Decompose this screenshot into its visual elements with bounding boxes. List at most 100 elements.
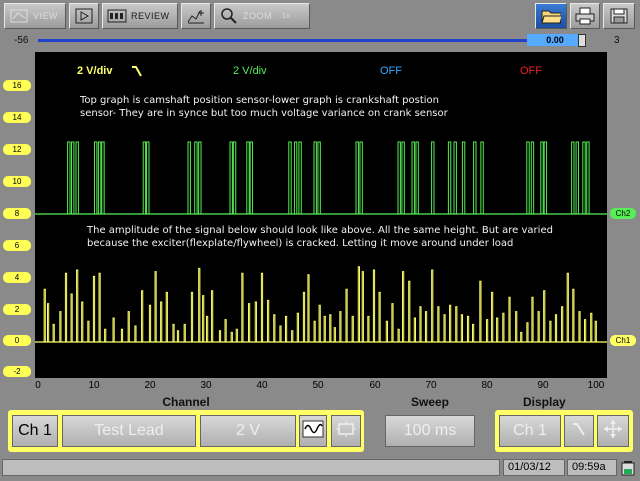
y-tick: 16 — [3, 80, 31, 91]
sweep-right-value: 3 — [614, 35, 620, 46]
toolbar: VIEW REVIEW ZOOM 1x — [0, 0, 640, 34]
ch1-pulse — [424, 311, 428, 342]
ch1-pulse — [351, 315, 354, 342]
ch2-pulse — [229, 141, 233, 214]
ch1-pulse — [120, 328, 124, 342]
y-tick: 2 — [3, 304, 31, 315]
status-bar: 01/03/12 09:59a — [0, 456, 640, 480]
ch1-pulse — [112, 317, 115, 342]
ch1-pulse — [260, 272, 264, 342]
ch1-pulse — [211, 290, 214, 342]
save-button[interactable] — [603, 3, 635, 29]
sweep-slider-handle[interactable] — [578, 34, 586, 47]
open-folder-button[interactable] — [535, 3, 567, 29]
ch1-pulse — [515, 311, 518, 342]
ch2-pulse — [198, 141, 202, 214]
ch1-pulse — [402, 271, 405, 342]
ch1-pulse — [248, 303, 251, 342]
ch1-pulse — [572, 288, 575, 342]
y-tick: 6 — [3, 240, 31, 251]
ch1-pulse — [361, 271, 364, 342]
ch1-pulse — [339, 311, 342, 342]
x-tick: 90 — [537, 380, 549, 391]
coupling-button[interactable] — [299, 415, 327, 447]
ch2-pulse — [187, 141, 191, 214]
ch2-pulse — [575, 141, 579, 214]
ch2-pulse — [526, 141, 530, 214]
zoom-button[interactable]: ZOOM 1x — [214, 3, 310, 29]
ch1-level-marker[interactable]: Ch1 — [610, 335, 636, 346]
view-icon — [9, 7, 29, 25]
review-button[interactable]: REVIEW — [102, 3, 178, 29]
ch1-pulse — [279, 325, 282, 342]
ch1-pulse — [87, 320, 90, 342]
ch1-pulse — [127, 311, 130, 342]
ch1-pulse — [160, 301, 163, 342]
channel-options-button[interactable] — [331, 415, 361, 447]
ch1-pulse — [76, 269, 79, 342]
ch1-pulse — [81, 301, 84, 342]
ch1-pulse — [391, 303, 394, 342]
ch1-pulse — [408, 280, 411, 342]
y-tick: 14 — [3, 112, 31, 123]
sweep-track[interactable] — [38, 39, 583, 42]
ch2-pulse — [411, 141, 415, 214]
ch2-pulse — [97, 141, 102, 214]
view-button[interactable]: VIEW — [4, 3, 66, 29]
ch1-pulse — [52, 323, 55, 342]
play-button[interactable] — [69, 3, 99, 29]
x-tick: 40 — [256, 380, 268, 391]
ch2-level-marker[interactable]: Ch2 — [610, 208, 636, 219]
ch1-pulse — [472, 323, 475, 342]
trace-settings-button[interactable] — [181, 3, 211, 29]
channel-select-button[interactable]: Ch 1 — [12, 415, 58, 447]
x-tick: 10 — [88, 380, 100, 391]
trigger-channel-button[interactable]: Ch 1 — [499, 415, 561, 447]
ch1-pulse — [318, 304, 321, 342]
ch1-pulse — [202, 295, 205, 342]
ch1-pulse — [455, 306, 458, 342]
volts-per-div-button[interactable]: 2 V — [200, 415, 296, 447]
status-date: 01/03/12 — [503, 459, 565, 476]
trigger-slope-button[interactable] — [564, 415, 594, 447]
ch1-pulse — [172, 323, 175, 342]
ch1-pulse — [437, 306, 440, 342]
ch1-pulse — [378, 291, 381, 342]
folder-icon — [541, 7, 561, 25]
zoom-level: 1x — [282, 12, 291, 20]
ch1-pulse — [549, 320, 552, 342]
ch2-pulse — [246, 141, 250, 214]
ch1-pulse — [491, 291, 494, 342]
ch1-pulse — [267, 299, 270, 342]
scope-display[interactable]: 2 V/div 2 V/div OFF OFF Top graph is cam… — [35, 52, 607, 378]
status-time: 09:59a — [567, 459, 617, 476]
ch2-pulse — [293, 141, 298, 214]
ch1-pulse — [43, 288, 46, 342]
ch1-pulse — [104, 328, 107, 342]
ch1-trace — [35, 266, 607, 343]
magnifier-icon — [219, 7, 239, 25]
trigger-position-button[interactable] — [597, 415, 629, 447]
ch1-pulse — [526, 322, 529, 342]
ch1-pulse — [206, 315, 209, 342]
ch2-pulse — [317, 141, 321, 214]
probe-select-button[interactable]: Test Lead — [62, 415, 196, 447]
ch2-pulse — [540, 141, 544, 214]
y-tick: 12 — [3, 144, 31, 155]
sweep-section-label: Sweep — [410, 395, 450, 409]
trace-plus-icon — [186, 7, 206, 25]
ch1-pulse — [307, 274, 310, 342]
x-tick: 20 — [144, 380, 156, 391]
sweep-position-bar: -56 0.00 3 — [0, 34, 640, 48]
ch1-pulse — [148, 304, 152, 342]
ch1-pulse — [313, 320, 316, 342]
print-button[interactable] — [570, 3, 600, 29]
ch1-pulse — [357, 266, 360, 342]
y-tick: 10 — [3, 176, 31, 187]
ch1-pulse — [520, 331, 523, 342]
crosshair-icon — [603, 419, 623, 444]
ch2-pulse — [355, 141, 359, 214]
sweep-time-button[interactable]: 100 ms — [385, 415, 475, 447]
y-tick: 4 — [3, 272, 31, 283]
ch1-pulse — [141, 290, 144, 342]
